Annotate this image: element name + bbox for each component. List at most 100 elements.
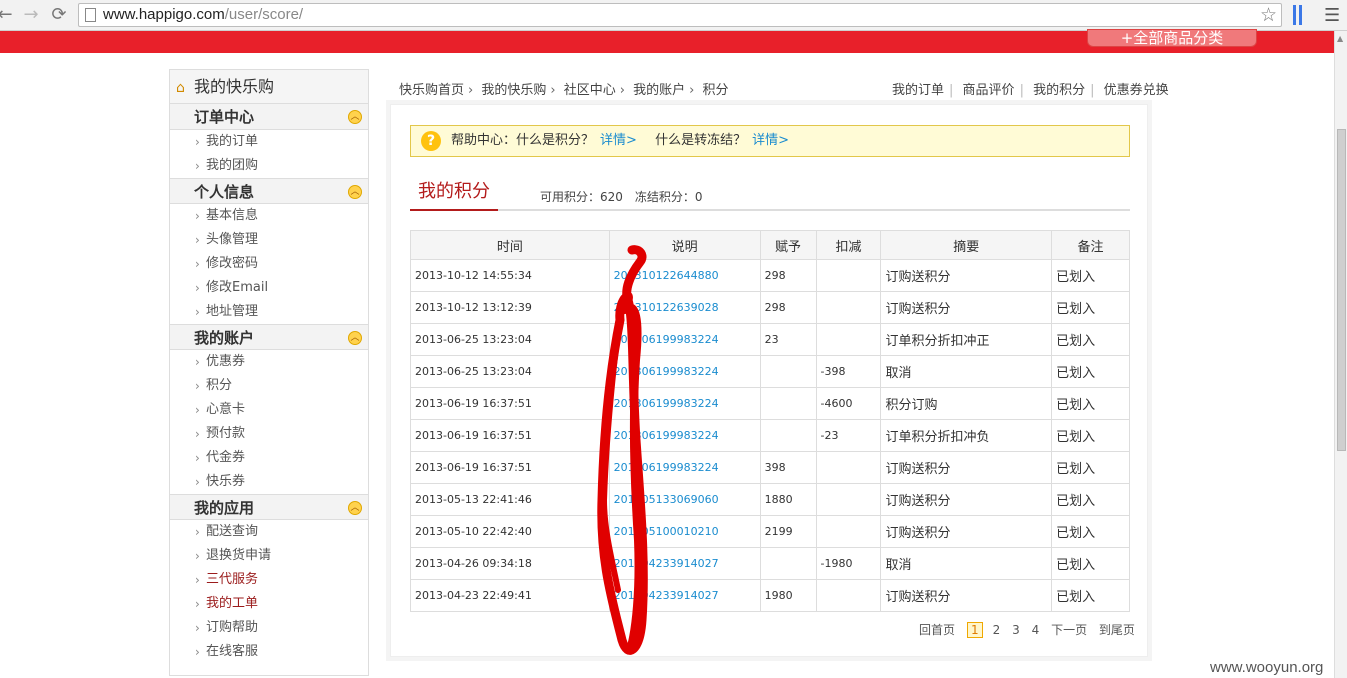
cell-order-link[interactable]: 201304233914027 [608, 547, 761, 580]
chevron-right-icon: › [195, 403, 200, 417]
cell-order-link[interactable]: 201304233914027 [608, 579, 761, 612]
link-product-reviews[interactable]: 商品评价 [963, 83, 1015, 98]
help-details-link-1[interactable]: 详情> [600, 133, 637, 148]
sidebar-item[interactable]: › 在线客服 [170, 640, 368, 664]
sidebar-item[interactable]: › 退换货申请 [170, 544, 368, 568]
collapse-up-icon[interactable]: ︿ [348, 110, 362, 124]
url-text[interactable]: www.happigo.com/user/score/ [103, 6, 303, 23]
collapse-up-icon[interactable]: ︿ [348, 331, 362, 345]
cell-order-link[interactable]: 201306199983224 [608, 323, 761, 356]
sidebar-item[interactable]: › 头像管理 [170, 228, 368, 252]
collapse-up-icon[interactable]: ︿ [348, 185, 362, 199]
pager-page-2[interactable]: 2 [993, 623, 1001, 637]
cell-order-link[interactable]: 201306199983224 [608, 419, 761, 452]
link-my-score[interactable]: 我的积分 [1033, 83, 1085, 98]
sidebar-item[interactable]: › 三代服务 [170, 568, 368, 592]
help-notice: ? 帮助中心：什么是积分？ 详情> 什么是转冻结？ 详情> [410, 125, 1130, 157]
bookmark-star-icon[interactable]: ☆ [1260, 4, 1277, 26]
scroll-thumb[interactable] [1337, 129, 1346, 451]
cell-deducted [815, 291, 882, 324]
cell-summary: 订购送积分 [880, 291, 1053, 324]
sidebar-item-label: 配送查询 [206, 524, 259, 539]
cell-note: 已划入 [1051, 387, 1130, 420]
sidebar-item[interactable]: › 修改Email [170, 276, 368, 300]
table-row: 2013-06-25 13:23:04 201306199983224 23 订单积分… [410, 323, 1130, 356]
cell-order-link[interactable]: 201306199983224 [608, 387, 761, 420]
extension-icon[interactable] [1293, 5, 1305, 25]
sidebar-item[interactable]: › 地址管理 [170, 300, 368, 324]
sidebar-item[interactable]: › 订购帮助 [170, 616, 368, 640]
sidebar-item[interactable]: › 我的团购 [170, 154, 368, 178]
cell-note: 已划入 [1051, 579, 1130, 612]
cell-order-link[interactable]: 201310122639028 [608, 291, 761, 324]
sidebar-item-label: 优惠券 [206, 354, 246, 369]
pager-page-4[interactable]: 4 [1032, 623, 1040, 637]
sidebar-item[interactable]: › 优惠券 [170, 350, 368, 374]
table-header-row: 时间 说明 赋予 扣减 摘要 备注 [410, 230, 1130, 260]
cell-given: 2199 [759, 515, 817, 548]
sidebar-item[interactable]: › 修改密码 [170, 252, 368, 276]
cell-given [759, 355, 817, 388]
page-scrollbar[interactable]: ▲ [1334, 31, 1347, 678]
cell-deducted: -1980 [815, 547, 882, 580]
cell-given [759, 419, 817, 452]
sidebar-item[interactable]: › 代金券 [170, 446, 368, 470]
forward-arrow-icon[interactable]: → [20, 4, 42, 26]
sidebar-item[interactable]: › 基本信息 [170, 204, 368, 228]
table-row: 2013-04-26 09:34:18 201304233914027 -1980 取… [410, 547, 1130, 580]
col-header-given: 赋予 [759, 230, 817, 260]
cell-summary: 订购送积分 [880, 579, 1053, 612]
breadcrumb-community[interactable]: 社区中心 [564, 83, 616, 98]
sidebar-item-label: 修改密码 [206, 256, 259, 271]
cell-note: 已划入 [1051, 291, 1130, 324]
breadcrumb-home[interactable]: 快乐购首页 [399, 83, 464, 98]
score-panel: ? 帮助中心：什么是积分？ 详情> 什么是转冻结？ 详情> 我的积分 可用积分：62… [390, 104, 1148, 657]
cell-order-link[interactable]: 201306199983224 [608, 355, 761, 388]
help-details-link-2[interactable]: 详情> [752, 133, 789, 148]
sidebar-section-0[interactable]: 订单中心 ︿ [170, 104, 368, 130]
link-my-orders[interactable]: 我的订单 [892, 83, 944, 98]
cell-order-link[interactable]: 201305133069060 [608, 483, 761, 516]
reload-icon[interactable]: ⟳ [48, 4, 70, 26]
chevron-right-icon: › [619, 83, 625, 98]
pager-first[interactable]: 回首页 [919, 623, 955, 637]
cell-given [759, 547, 817, 580]
pager-page-1[interactable]: 1 [966, 622, 983, 638]
sidebar-item[interactable]: › 预付款 [170, 422, 368, 446]
pager-last[interactable]: 到尾页 [1099, 623, 1135, 637]
cell-order-link[interactable]: 201310122644880 [608, 259, 761, 292]
browser-menu-icon[interactable]: ☰ [1324, 5, 1340, 26]
cell-deducted [815, 579, 882, 612]
sidebar-item[interactable]: › 配送查询 [170, 520, 368, 544]
pager-page-3[interactable]: 3 [1012, 623, 1020, 637]
sidebar-item-label: 心意卡 [206, 402, 246, 417]
sidebar-item[interactable]: › 我的工单 [170, 592, 368, 616]
breadcrumb-my-account[interactable]: 我的账户 [633, 83, 685, 98]
sidebar-item[interactable]: › 心意卡 [170, 398, 368, 422]
link-coupon-exchange[interactable]: 优惠券兑换 [1104, 83, 1169, 98]
collapse-up-icon[interactable]: ︿ [348, 501, 362, 515]
cell-time: 2013-06-19 16:37:51 [410, 419, 610, 452]
sidebar-item[interactable]: › 积分 [170, 374, 368, 398]
breadcrumb-my-happigo[interactable]: 我的快乐购 [481, 83, 546, 98]
pager-next[interactable]: 下一页 [1051, 623, 1087, 637]
cell-order-link[interactable]: 201305100010210 [608, 515, 761, 548]
chevron-right-icon: › [195, 379, 200, 393]
sidebar-item[interactable]: › 我的订单 [170, 130, 368, 154]
sidebar-section-title: 个人信息 [194, 183, 255, 201]
sidebar-item[interactable]: › 快乐券 [170, 470, 368, 494]
chevron-right-icon: › [195, 573, 200, 587]
sidebar-item-label: 快乐券 [206, 474, 246, 489]
back-arrow-icon[interactable]: ← [0, 4, 16, 26]
table-row: 2013-06-19 16:37:51 201306199983224 -4600 积… [410, 387, 1130, 420]
cell-order-link[interactable]: 201306199983224 [608, 451, 761, 484]
sidebar-section-2[interactable]: 我的账户 ︿ [170, 324, 368, 350]
sidebar-section-1[interactable]: 个人信息 ︿ [170, 178, 368, 204]
sidebar-section-3[interactable]: 我的应用 ︿ [170, 494, 368, 520]
tab-my-score[interactable]: 我的积分 [410, 179, 498, 211]
all-categories-button[interactable]: +全部商品分类 [1087, 29, 1257, 47]
chevron-right-icon: › [550, 83, 556, 98]
cell-note: 已划入 [1051, 451, 1130, 484]
scroll-up-icon[interactable]: ▲ [1337, 34, 1343, 43]
address-bar[interactable]: www.happigo.com/user/score/ ☆ [78, 3, 1282, 27]
